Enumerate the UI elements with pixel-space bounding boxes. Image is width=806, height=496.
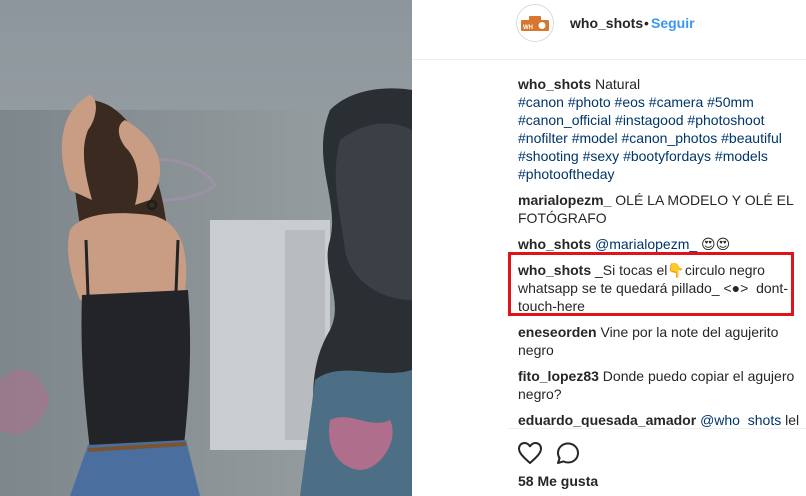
post-header: WH who_shots • Seguir [412,0,806,60]
comment-item: fito_lopez83 Donde puedo copiar el aguje… [518,367,804,403]
post-actions: 58 Me gusta [508,428,806,496]
comment-mention[interactable]: @who_shots [700,412,781,427]
likes-count[interactable]: 58 Me gusta [518,473,598,489]
comment-username[interactable]: eduardo_quesada_amador [518,412,696,427]
comment-item: who_shots @marialopezm_ 😍😍 [518,235,804,253]
comment-username[interactable]: who_shots [518,236,591,252]
comment-username[interactable]: marialopezm_ [518,192,611,208]
comment-text: Natural [595,76,641,92]
post-photo[interactable] [0,0,412,496]
who-shots-logo-icon: WH [521,16,549,31]
comment-text: 😍😍 [701,236,731,252]
comment-item: eneseorden Vine por la note del agujerit… [518,323,804,359]
comment-username[interactable]: eneseorden [518,324,597,340]
comments-list: who_shots Natural #canon #photo #eos #ca… [518,75,804,427]
comment-username[interactable]: who_shots [518,262,591,278]
caption-comment: who_shots Natural #canon #photo #eos #ca… [518,75,804,183]
highlighted-comment: who_shots _Si tocas el👇circulo negro wha… [518,261,804,315]
follow-button[interactable]: Seguir [651,15,695,31]
comment-item: marialopezm_ OLÉ LA MODELO Y OLÉ EL FOTÓ… [518,191,804,227]
comment-item: eduardo_quesada_amador @who_shots lel fu… [518,411,804,427]
comment-icon[interactable] [554,439,582,467]
comment-username[interactable]: fito_lopez83 [518,368,599,384]
comment-username[interactable]: who_shots [518,76,591,92]
caption-hashtags[interactable]: #canon #photo #eos #camera #50mm #canon_… [518,94,782,182]
svg-text:WH: WH [523,25,533,31]
post-panel: WH who_shots • Seguir who_shots Natural … [412,0,806,496]
instagram-post: WH who_shots • Seguir who_shots Natural … [0,0,806,496]
header-username[interactable]: who_shots [570,15,643,31]
avatar[interactable]: WH [516,4,554,42]
header-separator: • [644,15,649,31]
heart-icon[interactable] [516,439,544,467]
comment-mention[interactable]: @marialopezm_ [595,236,697,252]
